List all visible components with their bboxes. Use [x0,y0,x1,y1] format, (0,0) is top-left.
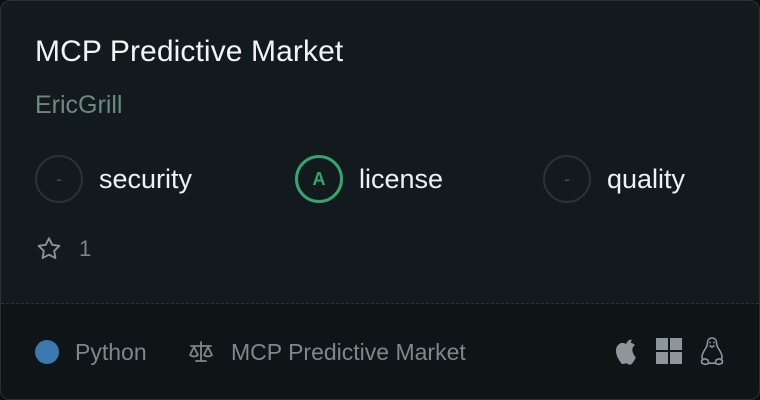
security-grade-badge: - [35,155,83,203]
quality-score[interactable]: - quality [543,155,685,203]
language-name: Python [75,338,147,365]
language-tag: Python [35,339,147,365]
license-label: license [359,163,444,194]
star-count-value: 1 [79,236,92,261]
license-tag: MCP Predictive Market [187,339,466,365]
license-score[interactable]: A license [295,155,443,203]
score-row: - security A license - quality [35,155,735,203]
language-color-dot [35,340,59,364]
server-card[interactable]: MCP Predictive Market EricGrill - securi… [0,0,760,400]
license-grade-badge: A [295,155,343,203]
scale-icon [189,341,213,362]
star-count[interactable]: 1 [35,235,91,263]
quality-label: quality [607,163,686,194]
security-label: security [99,163,193,194]
card-title[interactable]: MCP Predictive Market [35,35,343,69]
apple-icon [615,337,639,365]
platform-icons [615,336,725,366]
security-score[interactable]: - security [35,155,192,203]
star-outline-icon [37,237,61,259]
quality-grade-badge: - [543,155,591,203]
card-footer: Python MCP Predictive Market [1,304,759,399]
license-name: MCP Predictive Market [231,338,466,365]
author-link[interactable]: EricGrill [35,91,123,120]
linux-icon [699,336,725,366]
windows-icon [655,337,683,365]
